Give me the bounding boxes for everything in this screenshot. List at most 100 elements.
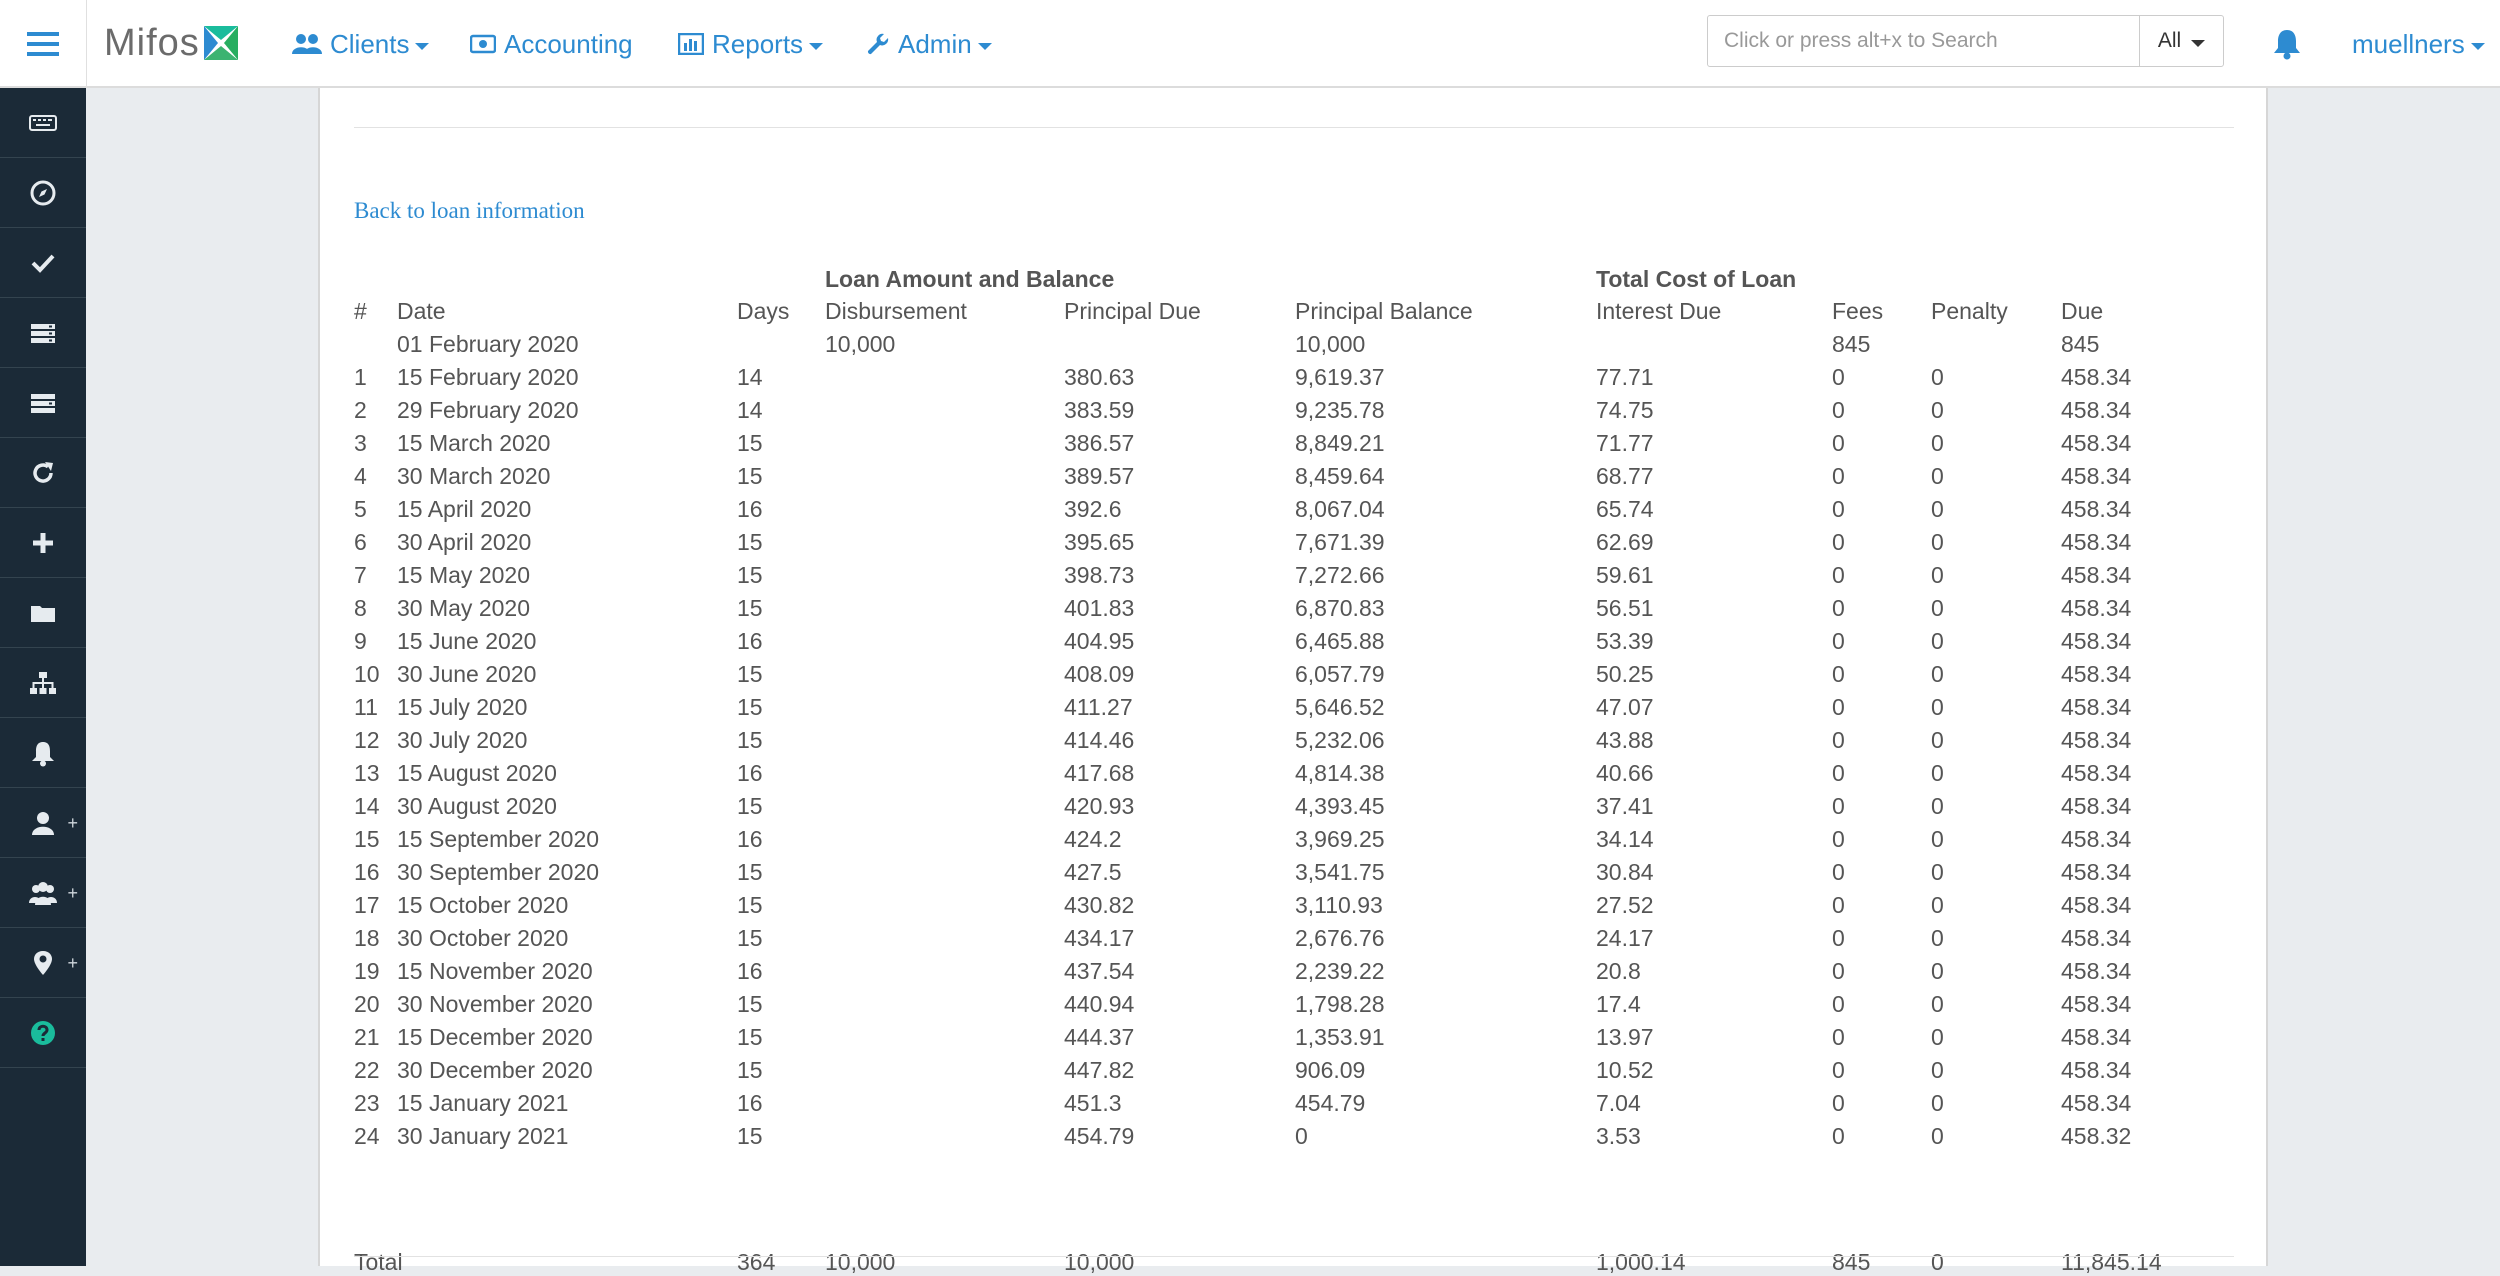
sidebar-item-recurring[interactable] xyxy=(0,438,86,508)
total-row-fees: 845 xyxy=(1832,1249,1871,1275)
cell-fees: 0 xyxy=(1832,925,1845,951)
disbursement-row-date: 01 February 2020 xyxy=(397,331,579,357)
sidebar-item-organization[interactable] xyxy=(0,648,86,718)
brand-logo[interactable]: Mifos xyxy=(104,18,238,68)
cell-due: 458.34 xyxy=(2061,1090,2132,1116)
chevron-down-icon xyxy=(809,42,824,50)
cell-penalty: 0 xyxy=(1931,793,1944,819)
cell-days: 15 xyxy=(737,859,763,885)
cell-penalty: 0 xyxy=(1931,1123,1944,1149)
cell-days: 15 xyxy=(737,1024,763,1050)
hamburger-menu-icon[interactable] xyxy=(0,0,87,88)
cell-penalty: 0 xyxy=(1931,760,1944,786)
cell-interest-due: 7.04 xyxy=(1596,1090,1641,1116)
back-to-loan-link[interactable]: Back to loan information xyxy=(354,198,585,224)
cell-due: 458.34 xyxy=(2061,496,2132,522)
cell-principal-due: 380.63 xyxy=(1064,364,1135,390)
user-menu[interactable]: muellners xyxy=(2352,0,2485,88)
cell-principal-due: 414.46 xyxy=(1064,727,1135,753)
nav-clients[interactable]: Clients xyxy=(292,0,430,88)
nav-clients-label: Clients xyxy=(330,28,410,59)
cell-due: 458.34 xyxy=(2061,364,2132,390)
cell-principal-due: 451.3 xyxy=(1064,1090,1122,1116)
cell-principal-due: 401.83 xyxy=(1064,595,1135,621)
cell-days: 15 xyxy=(737,430,763,456)
cell-num: 24 xyxy=(354,1123,380,1149)
sidebar-item-help[interactable] xyxy=(0,998,86,1068)
cell-due: 458.34 xyxy=(2061,892,2132,918)
cell-principal-due: 447.82 xyxy=(1064,1057,1135,1083)
search-input[interactable] xyxy=(1707,15,2140,67)
cell-date: 30 May 2020 xyxy=(397,595,530,621)
repayment-schedule-card: Back to loan information Loan Amount and… xyxy=(318,88,2268,1275)
sidebar-item-add-center[interactable]: + xyxy=(0,928,86,998)
sidebar-plus-marker: + xyxy=(67,813,78,833)
chevron-down-icon xyxy=(415,42,430,50)
cell-due: 458.34 xyxy=(2061,826,2132,852)
cell-date: 15 November 2020 xyxy=(397,958,593,984)
cell-penalty: 0 xyxy=(1931,991,1944,1017)
cell-principal-due: 398.73 xyxy=(1064,562,1135,588)
bell-icon xyxy=(32,741,54,766)
cell-penalty: 0 xyxy=(1931,364,1944,390)
group-header-loan-amount: Loan Amount and Balance xyxy=(825,266,1115,292)
cell-days: 15 xyxy=(737,529,763,555)
nav-accounting[interactable]: Accounting xyxy=(470,0,633,88)
cell-principal-balance: 2,676.76 xyxy=(1295,925,1385,951)
nav-admin[interactable]: Admin xyxy=(866,0,992,88)
wrench-icon xyxy=(867,33,889,55)
nav-reports[interactable]: Reports xyxy=(678,0,824,88)
server-icon xyxy=(31,323,55,343)
cell-fees: 0 xyxy=(1832,958,1845,984)
cell-due: 458.34 xyxy=(2061,1024,2132,1050)
cell-date: 30 January 2021 xyxy=(397,1123,569,1149)
cell-penalty: 0 xyxy=(1931,562,1944,588)
cell-fees: 0 xyxy=(1832,628,1845,654)
cell-fees: 0 xyxy=(1832,364,1845,390)
cell-days: 16 xyxy=(737,826,763,852)
column-header-principal-balance: Principal Balance xyxy=(1295,298,1473,324)
cell-num: 1 xyxy=(354,364,367,390)
cell-principal-balance: 8,459.64 xyxy=(1295,463,1385,489)
notifications-bell-icon[interactable] xyxy=(2272,28,2302,60)
cell-date: 30 September 2020 xyxy=(397,859,600,885)
cell-principal-due: 440.94 xyxy=(1064,991,1135,1017)
sidebar-item-keyboard-shortcuts[interactable] xyxy=(0,88,86,158)
cell-interest-due: 3.53 xyxy=(1596,1123,1641,1149)
cell-principal-balance: 6,870.83 xyxy=(1295,595,1385,621)
disbursement-row-amount: 10,000 xyxy=(825,331,896,357)
sidebar-item-checker-inbox[interactable] xyxy=(0,228,86,298)
sidebar-item-files[interactable] xyxy=(0,578,86,648)
cell-num: 10 xyxy=(354,661,380,687)
chevron-down-icon xyxy=(2470,42,2485,50)
cell-principal-due: 411.27 xyxy=(1064,694,1133,720)
cell-due: 458.34 xyxy=(2061,562,2132,588)
cell-penalty: 0 xyxy=(1931,1024,1944,1050)
sidebar-item-add-client[interactable]: + xyxy=(0,788,86,858)
sidebar-item-notifications[interactable] xyxy=(0,718,86,788)
cell-num: 20 xyxy=(354,991,380,1017)
cell-num: 4 xyxy=(354,463,367,489)
cell-interest-due: 24.17 xyxy=(1596,925,1654,951)
search-scope-dropdown[interactable]: All xyxy=(2139,15,2224,67)
cell-principal-due: 444.37 xyxy=(1064,1024,1135,1050)
cell-num: 8 xyxy=(354,595,367,621)
sidebar-item-add-group[interactable]: + xyxy=(0,858,86,928)
cell-principal-balance: 2,239.22 xyxy=(1295,958,1385,984)
sidebar-item-create[interactable] xyxy=(0,508,86,578)
sidebar-item-collection-sheet[interactable] xyxy=(0,298,86,368)
brand-name: Mifos xyxy=(104,21,200,64)
cell-principal-due: 383.59 xyxy=(1064,397,1135,423)
cell-due: 458.34 xyxy=(2061,727,2132,753)
sidebar-item-individual-collection-sheet[interactable] xyxy=(0,368,86,438)
cell-penalty: 0 xyxy=(1931,463,1944,489)
cell-due: 458.34 xyxy=(2061,958,2132,984)
total-row-interest-due: 1,000.14 xyxy=(1596,1249,1686,1275)
sidebar-item-dashboard[interactable] xyxy=(0,158,86,228)
nav-reports-label: Reports xyxy=(712,28,804,59)
cell-days: 14 xyxy=(737,397,763,423)
cell-penalty: 0 xyxy=(1931,1057,1944,1083)
total-row-penalty: 0 xyxy=(1931,1249,1944,1275)
cell-fees: 0 xyxy=(1832,529,1845,555)
cell-principal-balance: 9,619.37 xyxy=(1295,364,1385,390)
